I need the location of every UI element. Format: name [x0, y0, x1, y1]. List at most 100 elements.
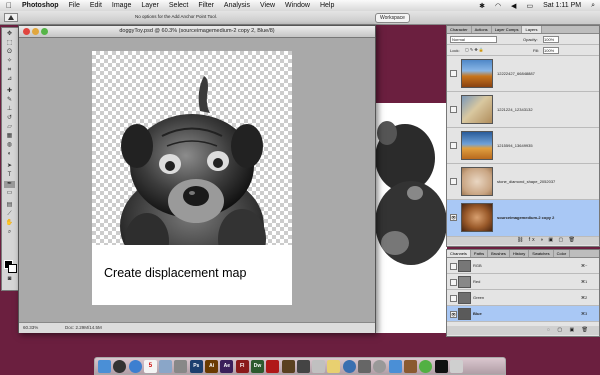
layer-row[interactable]: stone_diamond_shape_2052037 — [447, 164, 599, 200]
browser-icon[interactable] — [342, 359, 356, 373]
tab-swatches[interactable]: Swatches — [529, 250, 554, 257]
menu-file[interactable]: File — [64, 2, 85, 9]
terminal-icon[interactable] — [434, 359, 448, 373]
eyedropper-tool-icon[interactable]: ⟋ — [4, 211, 15, 218]
spotlight-icon[interactable]: ⌕ — [586, 2, 600, 10]
gradient-tool-icon[interactable]: ▦ — [4, 133, 15, 140]
visibility-toggle[interactable] — [450, 295, 457, 302]
layer-row-selected[interactable]: 👁 sourceimagemedium-2 copy 2 — [447, 200, 599, 237]
menu-image[interactable]: Image — [107, 2, 136, 9]
menu-edit[interactable]: Edit — [85, 2, 107, 9]
menu-filter[interactable]: Filter — [193, 2, 219, 9]
visibility-toggle[interactable] — [450, 106, 457, 113]
move-tool-icon[interactable]: ✥ — [4, 31, 15, 38]
marquee-tool-icon[interactable]: ⬚ — [4, 40, 15, 47]
zoom-level[interactable]: 60.33% — [23, 323, 38, 333]
document-size[interactable]: Doc: 2.29M/14.5M — [65, 323, 102, 333]
history-brush-tool-icon[interactable]: ↺ — [4, 115, 15, 122]
flash-icon[interactable]: Fl — [235, 359, 249, 373]
menu-window[interactable]: Window — [280, 2, 315, 9]
illustrator-icon[interactable]: Ai — [205, 359, 219, 373]
camera-icon[interactable] — [296, 359, 310, 373]
trash-icon[interactable] — [449, 359, 463, 373]
tab-history[interactable]: History — [510, 250, 530, 257]
blur-tool-icon[interactable]: ◍ — [4, 142, 15, 149]
tab-channels[interactable]: Channels — [447, 250, 471, 257]
path-selection-tool-icon[interactable]: ➤ — [4, 163, 15, 170]
mail-icon[interactable] — [388, 359, 402, 373]
magic-wand-tool-icon[interactable]: ✧ — [4, 58, 15, 65]
channel-row[interactable]: Red ⌘1 — [447, 274, 599, 290]
menu-layer[interactable]: Layer — [136, 2, 164, 9]
after-effects-icon[interactable]: Ae — [220, 359, 234, 373]
pen-tool-icon[interactable]: ✒ — [4, 181, 15, 188]
eraser-tool-icon[interactable]: ▱ — [4, 124, 15, 131]
lock-icons[interactable]: ▢ ✎ ✥ 🔒 — [465, 47, 484, 52]
acrobat-icon[interactable] — [266, 359, 280, 373]
clock-icon[interactable] — [373, 359, 387, 373]
visibility-toggle[interactable] — [450, 263, 457, 270]
visibility-toggle[interactable]: 👁 — [450, 311, 457, 318]
shape-tool-icon[interactable]: ▭ — [4, 190, 15, 197]
photoshop-icon[interactable]: Ps — [189, 359, 203, 373]
fill-field[interactable]: 100% — [543, 47, 559, 54]
visibility-toggle[interactable] — [450, 70, 457, 77]
crop-tool-icon[interactable]: ⌗ — [4, 67, 15, 74]
slice-tool-icon[interactable]: ⊿ — [4, 76, 15, 83]
blend-mode-select[interactable]: Normal — [450, 36, 497, 43]
healing-tool-icon[interactable]: ✚ — [4, 88, 15, 95]
quick-mask-icon[interactable]: ◙ — [4, 276, 15, 283]
tab-layer-comps[interactable]: Layer Comps — [492, 26, 523, 33]
finder-icon[interactable] — [98, 359, 111, 373]
dodge-tool-icon[interactable]: ◐ — [4, 151, 15, 158]
channel-row-selected[interactable]: 👁 Blue ⌘3 — [447, 306, 599, 322]
channel-row[interactable]: RGB ⌘~ — [447, 258, 599, 274]
zoom-tool-icon[interactable]: ⌕ — [4, 229, 15, 236]
opacity-field[interactable]: 100% — [543, 36, 559, 43]
menu-help[interactable]: Help — [315, 2, 339, 9]
ical-icon[interactable]: 5 — [143, 359, 157, 373]
tab-character[interactable]: Character — [447, 26, 472, 33]
hand-tool-icon[interactable]: ✋ — [4, 220, 15, 227]
dreamweaver-icon[interactable]: Dw — [250, 359, 264, 373]
tab-actions[interactable]: Actions — [472, 26, 492, 33]
document-titlebar[interactable]: doggyToy.psd @ 60.3% (sourceimagemedium-… — [19, 26, 375, 38]
safari-icon[interactable] — [128, 359, 142, 373]
bluetooth-icon[interactable]: ✱ — [474, 2, 490, 10]
battery-icon[interactable]: ▭ — [521, 2, 538, 10]
volume-icon[interactable]: ◀ — [506, 2, 521, 10]
visibility-toggle[interactable] — [450, 178, 457, 185]
address-book-icon[interactable] — [403, 359, 417, 373]
layer-row[interactable]: 1221224_12343132 — [447, 92, 599, 128]
layers-footer-icons[interactable]: ⛓ fx ◑ ▣ ▢ 🗑 — [517, 237, 577, 243]
tab-paths[interactable]: Paths — [471, 250, 489, 257]
type-tool-icon[interactable]: T — [4, 172, 15, 179]
menu-analysis[interactable]: Analysis — [219, 2, 255, 9]
wifi-icon[interactable]: ◠ — [490, 2, 506, 10]
pen-tool-preset-icon[interactable] — [4, 13, 18, 22]
menu-select[interactable]: Select — [164, 2, 193, 9]
bridge-icon[interactable] — [281, 359, 295, 373]
layer-row[interactable]: 1215594_13649935 — [447, 128, 599, 164]
zoom-window-icon[interactable] — [41, 28, 48, 35]
workspace-button[interactable]: Workspace — [375, 13, 410, 23]
visibility-toggle[interactable] — [450, 142, 457, 149]
tab-layers[interactable]: Layers — [522, 26, 542, 33]
clone-stamp-tool-icon[interactable]: ⊥ — [4, 106, 15, 113]
menu-view[interactable]: View — [255, 2, 280, 9]
channel-row[interactable]: Green ⌘2 — [447, 290, 599, 306]
document-canvas[interactable] — [92, 51, 292, 269]
tab-color[interactable]: Color — [554, 250, 571, 257]
ichat-icon[interactable] — [419, 359, 433, 373]
minimize-window-icon[interactable] — [32, 28, 39, 35]
brush-tool-icon[interactable]: ✎ — [4, 97, 15, 104]
background-color-swatch[interactable] — [8, 264, 17, 273]
apple-icon[interactable]:  — [0, 1, 17, 10]
sound-icon[interactable] — [312, 359, 326, 373]
menubar-clock[interactable]: Sat 1:11 PM — [538, 2, 586, 9]
layer-row[interactable]: 12222427_66848887 — [447, 56, 599, 92]
lasso-tool-icon[interactable]: ʘ — [4, 49, 15, 56]
close-window-icon[interactable] — [23, 28, 30, 35]
visibility-toggle[interactable]: 👁 — [450, 214, 457, 221]
system-preferences-icon[interactable] — [174, 359, 188, 373]
